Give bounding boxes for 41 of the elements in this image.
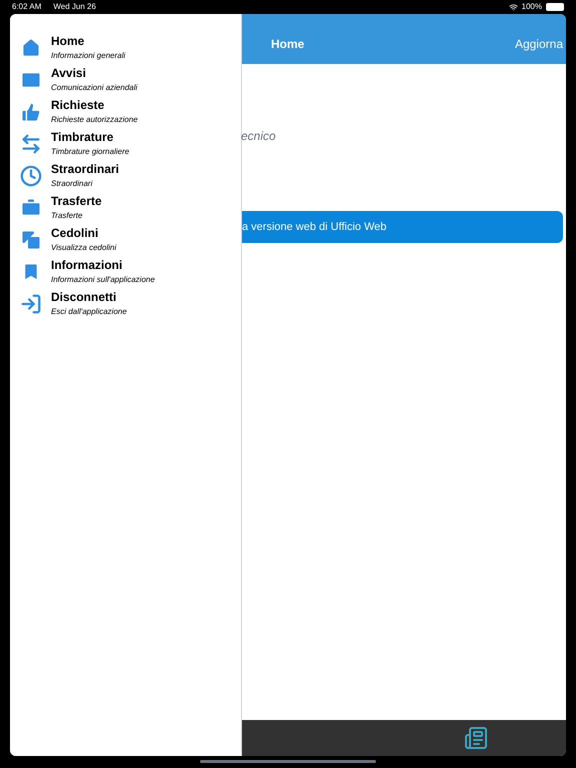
menu-item-subtitle: Informazioni generali: [51, 50, 126, 62]
subtitle-text: ecnico: [241, 128, 277, 145]
menu-item-subtitle: Straordinari: [51, 178, 94, 190]
thumbs-up-icon: [20, 101, 42, 123]
menu-item-title: Avvisi: [51, 65, 87, 81]
drawer-menu-item[interactable]: Richieste Richieste autorizzazione: [10, 96, 241, 128]
documents-icon: [20, 229, 42, 251]
drawer-menu-item[interactable]: Straordinari Straordinari: [10, 160, 241, 192]
menu-item-title: Home: [51, 33, 86, 49]
menu-item-subtitle: Timbrature giornaliere: [51, 146, 130, 158]
menu-item-subtitle: Visualizza cedolini: [51, 242, 116, 254]
drawer-menu-item[interactable]: Trasferte Trasferte: [10, 192, 241, 224]
menu-item-subtitle: Richieste autorizzazione: [51, 114, 138, 126]
drawer-menu-item[interactable]: Home Informazioni generali: [10, 32, 241, 64]
arrows-icon: [20, 133, 42, 155]
menu-item-title: Trasferte: [51, 193, 102, 209]
menu-item-title: Cedolini: [51, 225, 100, 241]
newspaper-icon[interactable]: [464, 726, 488, 750]
battery-percent: 100%: [522, 1, 542, 13]
battery-icon: [546, 3, 564, 11]
web-version-button[interactable]: a versione web di Ufficio Web: [242, 211, 563, 243]
status-time: 6:02 AM: [12, 1, 42, 13]
status-date: Wed Jun 26: [53, 1, 96, 13]
drawer-menu-item[interactable]: Cedolini Visualizza cedolini: [10, 224, 241, 256]
menu-item-title: Richieste: [51, 97, 106, 113]
wifi-icon: [508, 2, 518, 12]
drawer-menu-item[interactable]: Avvisi Comunicazioni aziendali: [10, 64, 241, 96]
menu-item-subtitle: Esci dall'applicazione: [51, 306, 127, 318]
menu-item-subtitle: Informazioni sull'applicazione: [51, 274, 155, 286]
navigation-title: Home: [271, 36, 304, 53]
menu-item-title: Disconnetti: [51, 289, 118, 305]
clock-icon: [20, 165, 42, 187]
menu-item-title: Timbrature: [51, 129, 114, 145]
menu-item-title: Informazioni: [51, 257, 124, 273]
drawer-menu-item[interactable]: Timbrature Timbrature giornaliere: [10, 128, 241, 160]
drawer-menu-item[interactable]: Informazioni Informazioni sull'applicazione: [10, 256, 241, 288]
menu-item-title: Straordinari: [51, 161, 120, 177]
sign-in-icon: [20, 293, 42, 315]
menu-item-subtitle: Comunicazioni aziendali: [51, 82, 138, 94]
drawer-menu-item[interactable]: Disconnetti Esci dall'applicazione: [10, 288, 241, 320]
menu-item-subtitle: Trasferte: [51, 210, 84, 222]
